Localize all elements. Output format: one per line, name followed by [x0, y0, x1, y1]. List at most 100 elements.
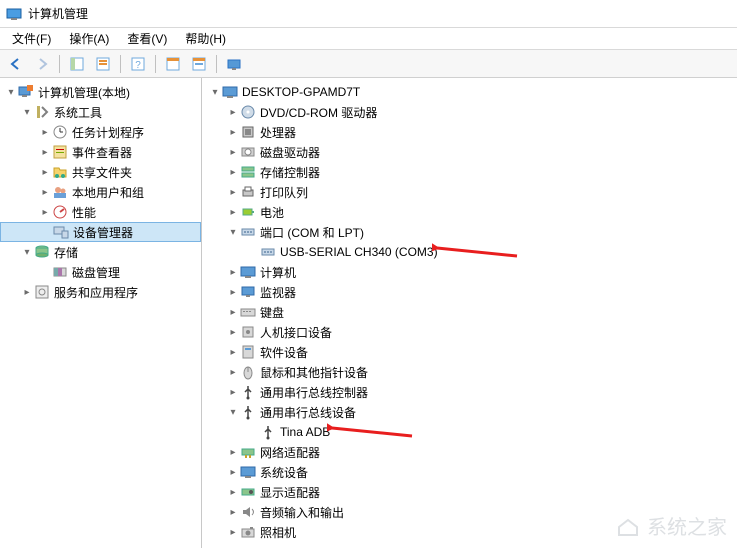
- menu-view[interactable]: 查看(V): [119, 28, 175, 49]
- expander-icon[interactable]: ▸: [226, 465, 240, 479]
- expander-icon[interactable]: ▾: [20, 105, 34, 119]
- menu-help[interactable]: 帮助(H): [177, 28, 234, 49]
- forward-button[interactable]: [30, 53, 54, 75]
- expander-icon[interactable]: ▸: [226, 285, 240, 299]
- task-scheduler-icon: [52, 124, 68, 140]
- tree-local-users[interactable]: ▸ 本地用户和组: [0, 182, 201, 202]
- window-title: 计算机管理: [28, 5, 88, 22]
- device-dvd[interactable]: ▸ DVD/CD-ROM 驱动器: [202, 102, 737, 122]
- disk-management-icon: [52, 264, 68, 280]
- expander-icon[interactable]: ▸: [226, 265, 240, 279]
- device-monitors[interactable]: ▸ 监视器: [202, 282, 737, 302]
- tree-label: 存储: [54, 244, 78, 261]
- expander-icon[interactable]: ▸: [226, 125, 240, 139]
- expander-icon[interactable]: ▸: [226, 345, 240, 359]
- expander-icon[interactable]: ▾: [226, 405, 240, 419]
- expander-icon[interactable]: ▸: [38, 125, 52, 139]
- tree-device-manager[interactable]: 设备管理器: [0, 222, 201, 242]
- device-processors[interactable]: ▸ 处理器: [202, 122, 737, 142]
- expander-icon[interactable]: ▾: [226, 225, 240, 239]
- toolbar-separator: [216, 55, 217, 73]
- toolbar-separator: [155, 55, 156, 73]
- tree-disk-management[interactable]: 磁盘管理: [0, 262, 201, 282]
- show-hide-tree-button[interactable]: [65, 53, 89, 75]
- expander-icon[interactable]: ▾: [20, 245, 34, 259]
- device-network-adapters[interactable]: ▸ 网络适配器: [202, 442, 737, 462]
- menu-actions[interactable]: 操作(A): [61, 28, 117, 49]
- device-label: 存储控制器: [260, 164, 320, 181]
- storage-controller-icon: [240, 164, 256, 180]
- device-storage-controllers[interactable]: ▸ 存储控制器: [202, 162, 737, 182]
- refresh-button[interactable]: [222, 53, 246, 75]
- monitor-icon: [240, 284, 256, 300]
- device-computers[interactable]: ▸ 计算机: [202, 262, 737, 282]
- device-hid[interactable]: ▸ 人机接口设备: [202, 322, 737, 342]
- device-display-adapters[interactable]: ▸ 显示适配器: [202, 482, 737, 502]
- help-button[interactable]: ?: [126, 53, 150, 75]
- device-disk-drives[interactable]: ▸ 磁盘驱动器: [202, 142, 737, 162]
- properties-button[interactable]: [91, 53, 115, 75]
- tree-task-scheduler[interactable]: ▸ 任务计划程序: [0, 122, 201, 142]
- tree-label: 共享文件夹: [72, 164, 132, 181]
- back-button[interactable]: [4, 53, 28, 75]
- device-usb-tina-adb[interactable]: Tina ADB: [202, 422, 737, 442]
- expander-icon[interactable]: ▸: [226, 385, 240, 399]
- tree-shared-folders[interactable]: ▸ 共享文件夹: [0, 162, 201, 182]
- cpu-icon: [240, 124, 256, 140]
- mmc-tree: ▾ 计算机管理(本地) ▾ 系统工具 ▸ 任务计划程序 ▸ 事件查看器 ▸: [0, 82, 201, 302]
- svg-text:?: ?: [135, 60, 141, 71]
- device-software-devices[interactable]: ▸ 软件设备: [202, 342, 737, 362]
- expander-icon[interactable]: ▸: [226, 325, 240, 339]
- device-mice[interactable]: ▸ 鼠标和其他指针设备: [202, 362, 737, 382]
- expander-icon[interactable]: ▾: [4, 85, 18, 99]
- expander-icon[interactable]: ▸: [38, 185, 52, 199]
- expander-icon[interactable]: ▸: [226, 485, 240, 499]
- device-system-devices[interactable]: ▸ 系统设备: [202, 462, 737, 482]
- hid-icon: [240, 324, 256, 340]
- expander-icon[interactable]: ▸: [226, 365, 240, 379]
- expander-icon[interactable]: ▸: [38, 165, 52, 179]
- expander-icon[interactable]: ▸: [226, 205, 240, 219]
- device-usb-controllers[interactable]: ▸ 通用串行总线控制器: [202, 382, 737, 402]
- view-toggle-button[interactable]: [161, 53, 185, 75]
- expander-icon[interactable]: ▸: [226, 525, 240, 539]
- menu-file[interactable]: 文件(F): [4, 28, 59, 49]
- device-batteries[interactable]: ▸ 电池: [202, 202, 737, 222]
- expander-icon[interactable]: ▸: [226, 445, 240, 459]
- tree-performance[interactable]: ▸ 性能: [0, 202, 201, 222]
- view-toggle2-button[interactable]: [187, 53, 211, 75]
- battery-icon: [240, 204, 256, 220]
- expander-icon[interactable]: ▸: [38, 205, 52, 219]
- tree-system-tools[interactable]: ▾ 系统工具: [0, 102, 201, 122]
- tree-label: 服务和应用程序: [54, 284, 138, 301]
- tree-event-viewer[interactable]: ▸ 事件查看器: [0, 142, 201, 162]
- expander-icon[interactable]: ▸: [226, 185, 240, 199]
- expander-icon[interactable]: ▸: [38, 145, 52, 159]
- device-keyboards[interactable]: ▸ 键盘: [202, 302, 737, 322]
- device-ports-usbserial[interactable]: USB-SERIAL CH340 (COM3): [202, 242, 737, 262]
- expander-icon[interactable]: ▸: [20, 285, 34, 299]
- device-label: 音频输入和输出: [260, 504, 344, 521]
- expander-spacer: [246, 425, 260, 439]
- device-print-queues[interactable]: ▸ 打印队列: [202, 182, 737, 202]
- expander-icon[interactable]: ▸: [226, 505, 240, 519]
- usb-controller-icon: [240, 384, 256, 400]
- device-label: 通用串行总线设备: [260, 404, 356, 421]
- device-usb-devices[interactable]: ▾ 通用串行总线设备: [202, 402, 737, 422]
- expander-icon[interactable]: ▸: [226, 305, 240, 319]
- device-ports[interactable]: ▾ 端口 (COM 和 LPT): [202, 222, 737, 242]
- tree-services-apps[interactable]: ▸ 服务和应用程序: [0, 282, 201, 302]
- expander-icon[interactable]: ▸: [226, 145, 240, 159]
- device-root-computer[interactable]: ▾ DESKTOP-GPAMD7T: [202, 82, 737, 102]
- expander-icon[interactable]: ▸: [226, 165, 240, 179]
- device-label: 通用串行总线控制器: [260, 384, 368, 401]
- title-bar: 计算机管理: [0, 0, 737, 28]
- device-label: 端口 (COM 和 LPT): [260, 224, 364, 241]
- expander-icon[interactable]: ▸: [226, 105, 240, 119]
- shared-folders-icon: [52, 164, 68, 180]
- expander-icon[interactable]: ▾: [208, 85, 222, 99]
- tree-root-computer-management[interactable]: ▾ 计算机管理(本地): [0, 82, 201, 102]
- device-label: 监视器: [260, 284, 296, 301]
- software-device-icon: [240, 344, 256, 360]
- tree-storage[interactable]: ▾ 存储: [0, 242, 201, 262]
